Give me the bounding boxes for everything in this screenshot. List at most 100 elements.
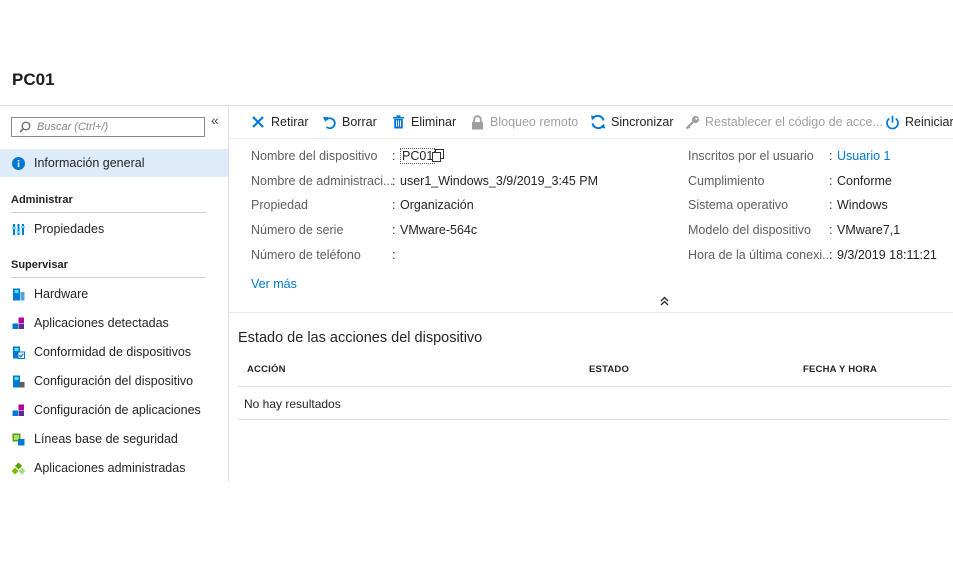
wipe-label: Borrar	[342, 115, 377, 129]
section-header-supervisar: Supervisar	[11, 259, 68, 271]
section-divider	[11, 212, 206, 213]
wipe-button[interactable]: Borrar	[321, 114, 377, 130]
restart-button[interactable]: Reiniciar	[884, 114, 953, 130]
essentials-divider	[229, 312, 953, 313]
device-name-value: PC01	[400, 148, 436, 164]
sidebar-item-properties[interactable]: Propiedades	[0, 215, 228, 243]
device-model-value: VMware7,1	[837, 223, 901, 237]
app-config-icon	[11, 403, 25, 417]
see-more-link[interactable]: Ver más	[251, 277, 297, 291]
hardware-icon	[11, 287, 25, 301]
ownership-label: Propiedad	[251, 198, 308, 212]
phone-number-label: Número de teléfono	[251, 248, 361, 262]
serial-number-value: VMware-564c	[400, 223, 478, 237]
separator: :	[392, 248, 396, 262]
retire-button[interactable]: Retirar	[250, 114, 309, 130]
empty-results-text: No hay resultados	[244, 397, 341, 411]
delete-label: Eliminar	[411, 115, 457, 129]
section-title: Estado de las acciones del dispositivo	[238, 330, 483, 346]
security-baseline-icon	[11, 432, 25, 446]
sync-button[interactable]: Sincronizar	[590, 114, 674, 130]
sidebar-item-label: Hardware	[34, 287, 89, 301]
enrolled-by-link[interactable]: Usuario 1	[837, 149, 891, 163]
last-checkin-label: Hora de la última conexi...	[688, 248, 833, 262]
sidebar-item-security-baselines[interactable]: Líneas base de seguridad	[0, 425, 228, 453]
os-value: Windows	[837, 198, 888, 212]
compliance-icon	[11, 345, 25, 359]
sync-icon	[590, 114, 606, 130]
reset-passcode-button[interactable]: Restablecer el código de acce...	[684, 114, 883, 130]
device-name-text[interactable]: PC01	[400, 148, 436, 164]
sidebar-item-discovered-apps[interactable]: Aplicaciones detectadas	[0, 309, 228, 337]
sidebar-item-label: Información general	[34, 156, 145, 170]
sync-label: Sincronizar	[611, 115, 674, 129]
sidebar-item-label: Propiedades	[34, 222, 105, 236]
sidebar-item-app-configuration[interactable]: Configuración de aplicaciones	[0, 396, 228, 424]
sidebar-item-label: Configuración del dispositivo	[34, 374, 194, 388]
delete-button[interactable]: Eliminar	[390, 114, 456, 130]
device-name-label: Nombre del dispositivo	[251, 149, 378, 163]
remote-lock-label: Bloqueo remoto	[490, 115, 579, 129]
sidebar-item-device-compliance[interactable]: Conformidad de dispositivos	[0, 338, 228, 366]
collapse-sidebar-icon[interactable]: «	[211, 112, 219, 128]
undo-icon	[321, 114, 337, 130]
section-divider	[11, 277, 206, 278]
search-icon	[19, 121, 31, 133]
last-checkin-value: 9/3/2019 18:11:21	[837, 248, 937, 262]
restart-label: Reiniciar	[905, 115, 953, 129]
command-bar: Retirar Borrar Eliminar Bloqueo remoto S…	[229, 106, 953, 139]
compliance-value: Conforme	[837, 174, 892, 188]
retire-label: Retirar	[271, 115, 309, 129]
sidebar-item-device-configuration[interactable]: Configuración del dispositivo	[0, 367, 228, 395]
trash-icon	[390, 114, 406, 130]
device-model-label: Modelo del dispositivo	[688, 223, 811, 237]
os-label: Sistema operativo	[688, 198, 789, 212]
management-name-value: user1_Windows_3/9/2019_3:45 PM	[400, 174, 599, 188]
column-header-status[interactable]: ESTADO	[589, 364, 629, 375]
separator: :	[829, 174, 833, 188]
copy-icon[interactable]	[432, 149, 444, 162]
sidebar-item-label: Líneas base de seguridad	[34, 432, 178, 446]
remote-lock-button[interactable]: Bloqueo remoto	[469, 114, 578, 130]
power-icon	[884, 114, 900, 130]
separator: :	[392, 149, 396, 163]
sidebar-item-managed-apps[interactable]: Aplicaciones administradas	[0, 454, 228, 482]
separator: :	[392, 198, 396, 212]
sidebar-item-overview[interactable]: Información general	[0, 149, 228, 177]
managed-apps-icon	[11, 461, 25, 475]
sidebar-item-label: Configuración de aplicaciones	[34, 403, 201, 417]
column-header-action[interactable]: ACCIÓN	[247, 364, 286, 375]
close-icon	[250, 114, 266, 130]
separator: :	[392, 174, 396, 188]
lock-icon	[469, 114, 485, 130]
page-title: PC01	[12, 70, 55, 89]
sidebar-item-label: Conformidad de dispositivos	[34, 345, 192, 359]
sidebar-item-label: Aplicaciones administradas	[34, 461, 186, 475]
ownership-value: Organización	[400, 198, 474, 212]
separator: :	[392, 223, 396, 237]
sidebar: « Información general Administrar Propie…	[0, 106, 229, 482]
separator: :	[829, 248, 833, 262]
serial-number-label: Número de serie	[251, 223, 344, 237]
key-icon	[684, 114, 700, 130]
separator: :	[829, 223, 833, 237]
management-name-label: Nombre de administraci...	[251, 174, 394, 188]
info-icon	[11, 156, 25, 170]
separator: :	[829, 198, 833, 212]
section-header-administrar: Administrar	[11, 194, 73, 206]
table-header-divider	[238, 386, 950, 387]
column-header-datetime[interactable]: FECHA Y HORA	[803, 364, 877, 375]
search-box[interactable]	[11, 117, 205, 137]
search-input[interactable]	[37, 121, 197, 133]
sidebar-item-label: Aplicaciones detectadas	[34, 316, 169, 330]
separator: :	[829, 149, 833, 163]
properties-icon	[11, 222, 25, 236]
collapse-essentials-icon[interactable]	[660, 295, 669, 309]
enrolled-by-label: Inscritos por el usuario	[688, 149, 814, 163]
table-bottom-divider	[238, 419, 950, 420]
device-config-icon	[11, 374, 25, 388]
apps-icon	[11, 316, 25, 330]
compliance-label: Cumplimiento	[688, 174, 765, 188]
reset-passcode-label: Restablecer el código de acce...	[705, 115, 883, 129]
sidebar-item-hardware[interactable]: Hardware	[0, 280, 228, 308]
